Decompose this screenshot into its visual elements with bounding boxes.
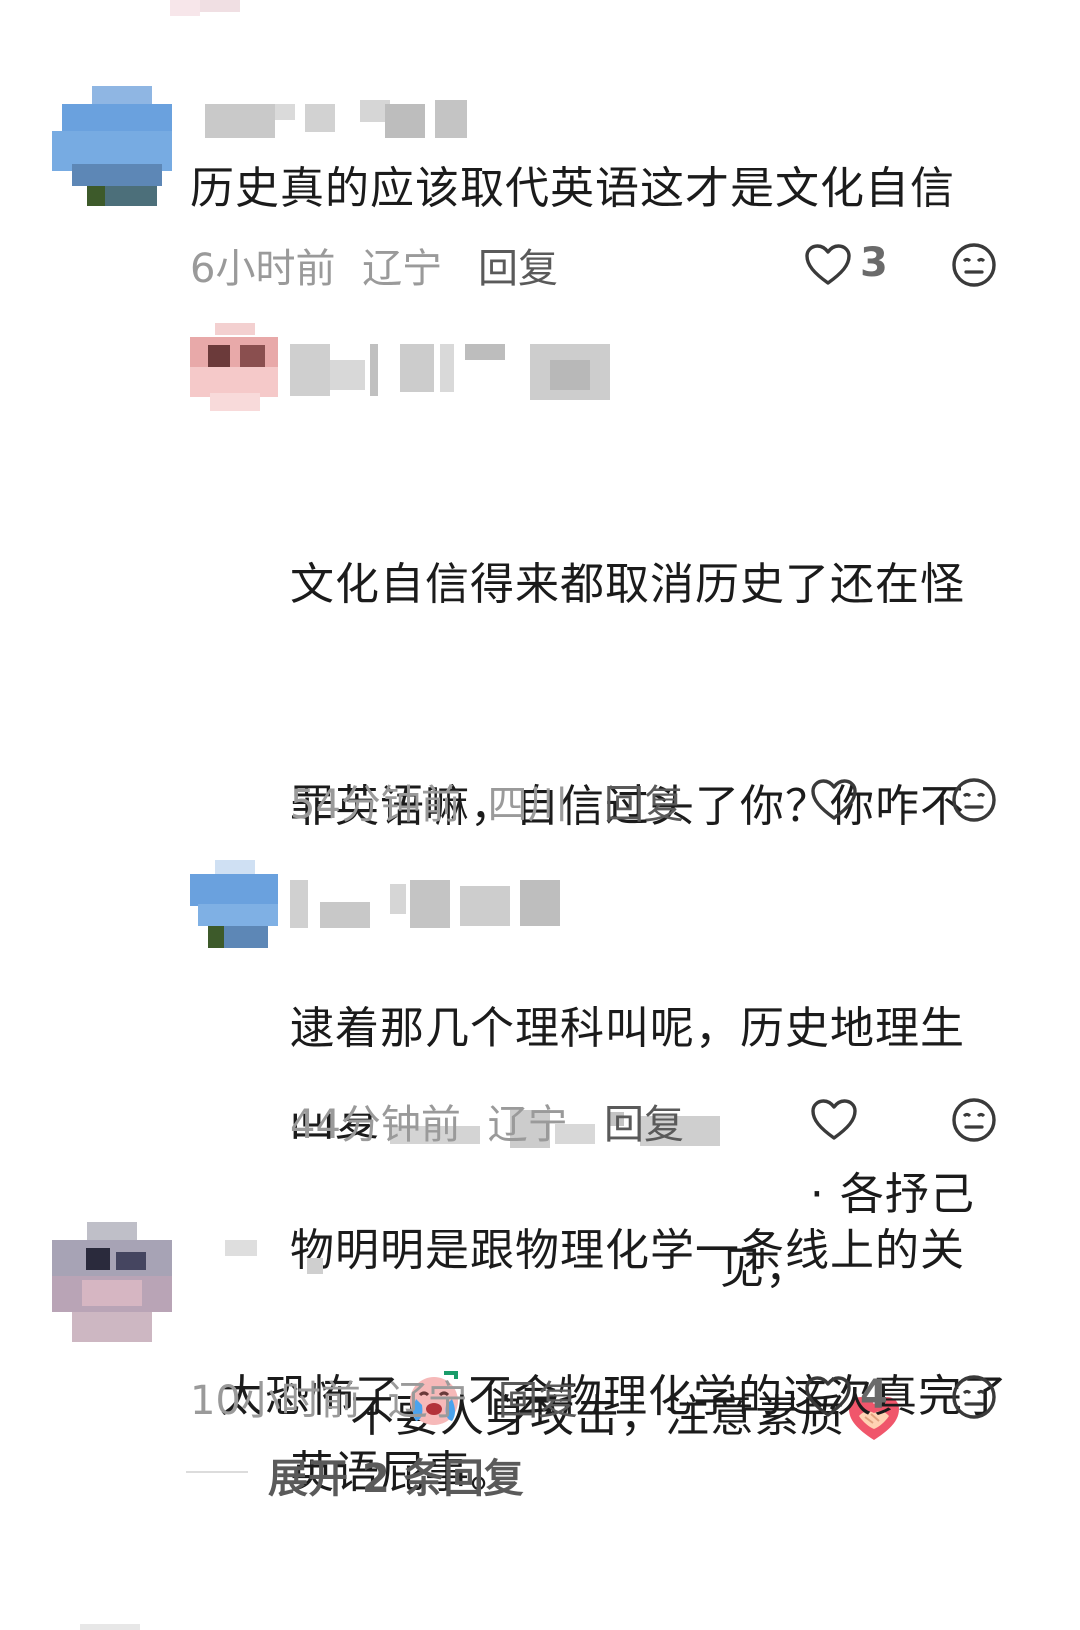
heart-outline-icon[interactable] [810, 778, 858, 822]
username-mosaic[interactable] [290, 876, 580, 932]
timestamp: 54分钟前 [290, 782, 461, 828]
location: 辽宁 [487, 1102, 568, 1148]
reply-button[interactable]: 回复 [498, 1368, 578, 1426]
reply-text-line: 各抒己见， [720, 1169, 975, 1294]
meh-face-icon[interactable] [951, 242, 997, 288]
avatar[interactable] [52, 86, 172, 206]
expand-divider [186, 1471, 248, 1473]
reply-button[interactable]: 回复 [478, 236, 558, 294]
location: 四川 [487, 782, 568, 828]
meh-face-icon[interactable] [951, 1097, 997, 1143]
username-mosaic[interactable] [205, 100, 467, 140]
cropped-avatar-mosaic [80, 1618, 140, 1630]
comment-meta: 6小时前 辽宁 [190, 236, 442, 294]
comment-meta: 10小时前 辽宁 [190, 1368, 468, 1426]
username-mosaic[interactable] [290, 340, 620, 400]
reply-button[interactable]: 回复 [604, 1092, 684, 1150]
reply-button[interactable]: 回复 [604, 772, 684, 830]
timestamp: 10小时前 [190, 1378, 361, 1424]
avatar[interactable] [190, 323, 278, 411]
location: 辽宁 [387, 1378, 468, 1424]
timestamp: 6小时前 [190, 246, 336, 292]
reply-meta: 44分钟前 辽宁 [290, 1092, 568, 1150]
like-count: 3 [860, 240, 888, 286]
avatar[interactable] [190, 860, 278, 948]
meh-face-icon[interactable] [951, 1374, 997, 1420]
avatar[interactable] [52, 1222, 172, 1342]
meh-face-icon[interactable] [951, 777, 997, 823]
heart-outline-icon[interactable] [804, 243, 852, 287]
expand-replies-button[interactable]: 展开 2 条回复 [268, 1446, 524, 1504]
reply-meta: 54分钟前 四川 [290, 772, 568, 830]
location: 辽宁 [362, 246, 443, 292]
heart-outline-icon[interactable] [810, 1098, 858, 1142]
cropped-username-mosaic [170, 0, 250, 18]
username-mosaic[interactable] [225, 1240, 335, 1274]
reply-text-line: 文化自信得来都取消历史了还在怪 [290, 559, 965, 610]
timestamp: 44分钟前 [290, 1102, 461, 1148]
like-count: 4 [860, 1372, 888, 1418]
comment-text: 历史真的应该取代英语这才是文化自信 [190, 163, 955, 214]
separator-dot: · [809, 1169, 840, 1220]
heart-outline-icon[interactable] [804, 1375, 852, 1419]
